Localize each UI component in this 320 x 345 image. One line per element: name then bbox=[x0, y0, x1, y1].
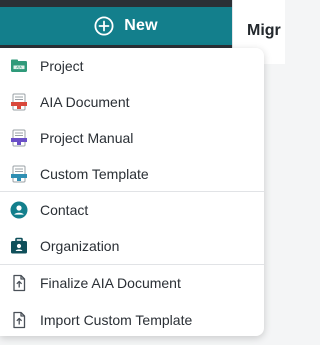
menu-item-label: Finalize AIA Document bbox=[40, 275, 181, 291]
menu-item-label: Project bbox=[40, 58, 84, 74]
menu-item-label: Custom Template bbox=[40, 166, 149, 182]
menu-item-label: Organization bbox=[40, 238, 120, 254]
menu-item-label: AIA Document bbox=[40, 94, 130, 110]
aia-document-icon bbox=[11, 93, 27, 111]
menu-item-finalize-aia-document[interactable]: Finalize AIA Document bbox=[0, 265, 264, 301]
menu-item-custom-template[interactable]: Custom Template bbox=[0, 156, 264, 192]
project-manual-icon bbox=[11, 129, 27, 147]
contact-icon bbox=[10, 201, 28, 219]
new-button-label: New bbox=[124, 17, 158, 34]
menu-item-label: Project Manual bbox=[40, 130, 134, 146]
svg-text:AIA: AIA bbox=[16, 66, 22, 70]
project-icon: AIA bbox=[11, 59, 27, 72]
menu-item-project[interactable]: AIA Project bbox=[0, 48, 264, 84]
menu-item-project-manual[interactable]: Project Manual bbox=[0, 120, 264, 156]
upload-file-icon bbox=[13, 274, 26, 292]
new-button[interactable]: New bbox=[0, 7, 252, 45]
menu-item-aia-document[interactable]: AIA Document bbox=[0, 84, 264, 120]
upload-file-icon bbox=[13, 311, 26, 329]
menu-item-organization[interactable]: Organization bbox=[0, 228, 264, 264]
plus-circle-icon bbox=[94, 16, 114, 36]
menu-item-label: Import Custom Template bbox=[40, 312, 193, 328]
custom-template-icon bbox=[11, 165, 27, 183]
page-title: Migr bbox=[247, 22, 281, 39]
menu-item-label: Contact bbox=[40, 202, 89, 218]
menu-item-import-custom-template[interactable]: Import Custom Template bbox=[0, 302, 264, 338]
organization-icon bbox=[11, 237, 27, 254]
new-dropdown-menu: AIA Project AIA Document Project Manual bbox=[0, 48, 264, 336]
menu-item-contact[interactable]: Contact bbox=[0, 192, 264, 228]
